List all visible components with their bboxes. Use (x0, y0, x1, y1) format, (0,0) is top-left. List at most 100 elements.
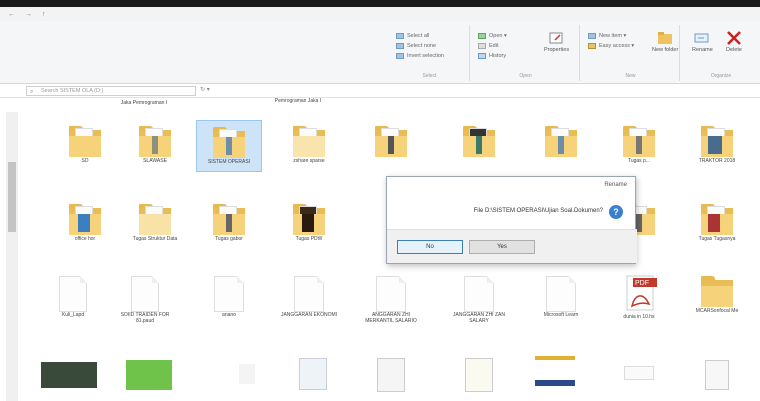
ribbon-group-label: Open (519, 73, 532, 79)
image-icon (126, 360, 172, 390)
question-icon: ? (609, 205, 623, 219)
folder-item[interactable]: Tugas Struktur Data (122, 202, 188, 242)
document-icon (376, 276, 406, 312)
file-item[interactable] (446, 358, 512, 392)
document-icon (705, 360, 729, 390)
folder-item-selected[interactable]: SISTEM OPERASI (196, 120, 262, 172)
file-item[interactable] (280, 358, 346, 390)
folder-icon (210, 202, 248, 236)
dialog-footer: No Yes (387, 229, 637, 263)
new-folder-button[interactable]: New folder (652, 31, 678, 53)
new-item-button[interactable]: New item ▾ (588, 33, 626, 39)
folder-icon (542, 124, 580, 158)
file-item[interactable]: ANGGARAN ZHI MERKANTIL SALARIO (358, 276, 424, 324)
edit-button[interactable]: Edit (478, 43, 498, 49)
file-item[interactable] (684, 360, 750, 390)
delete-x-icon (727, 31, 741, 45)
folder-icon (136, 202, 174, 236)
ribbon-group-label: New (625, 73, 636, 79)
yes-button[interactable]: Yes (469, 240, 535, 254)
document-icon (377, 358, 405, 392)
folder-item[interactable]: Tugas gabor (196, 202, 262, 242)
ribbon-group-open: Open ▾ Edit History Properties Open (472, 25, 580, 81)
folder-item[interactable]: MCARSonfocal Me (684, 274, 750, 314)
folder-icon (372, 124, 410, 158)
folder-item[interactable] (528, 124, 594, 158)
folder-item[interactable]: TRAKTOR 2018 (684, 124, 750, 164)
document-icon (59, 276, 87, 312)
document-icon (239, 364, 255, 384)
forward-arrow-icon[interactable]: → (25, 11, 32, 18)
folder-item[interactable] (358, 124, 424, 158)
folder-icon (66, 124, 104, 158)
properties-icon (549, 32, 563, 44)
search-box[interactable]: ⌕ Search SISTEM OLA (D:) (26, 86, 196, 96)
select-all-button[interactable]: Select all (396, 33, 429, 39)
folder-icon (66, 202, 104, 236)
ribbon-group-label: Select (422, 73, 437, 79)
ribbon-group-new: New item ▾ Easy access ▾ New folder New (582, 25, 680, 81)
folder-item[interactable]: SLAWASE (122, 124, 188, 164)
select-none-icon (396, 43, 404, 49)
folder-item[interactable]: zshare sparse (276, 124, 342, 164)
svg-text:PDF: PDF (635, 280, 649, 287)
file-item[interactable]: JANGGARAN ZHI ZAN SALARY (446, 276, 512, 324)
document-icon (546, 276, 576, 312)
history-icon (478, 53, 486, 59)
document-icon (624, 366, 654, 380)
video-thumbnail[interactable] (36, 362, 102, 388)
rename-button[interactable]: Rename (692, 31, 713, 53)
file-item[interactable]: anano (196, 276, 262, 318)
address-bar: ⌕ Search SISTEM OLA (D:) ↻ ▾ (0, 84, 760, 98)
file-item[interactable]: Microsoft Learn (528, 276, 594, 318)
properties-button[interactable]: Properties (544, 31, 569, 53)
ribbon-group-label: Organize (710, 73, 732, 79)
folder-item[interactable] (446, 124, 512, 158)
address-controls[interactable]: ↻ ▾ (200, 86, 210, 93)
folder-item[interactable]: Tugas p... (606, 124, 672, 164)
title-bar (0, 0, 760, 7)
confirm-dialog: Rename ? File D:\SISTEM OPERASI\Ujian So… (386, 176, 637, 264)
no-button[interactable]: No (397, 240, 463, 254)
delete-button[interactable]: Delete (726, 31, 742, 53)
column-caption: Jaka Pemrograman I (120, 100, 168, 106)
folder-item[interactable]: Tugas Tugasnya (684, 202, 750, 242)
dialog-message: File D:\SISTEM OPERASI\Ujian Soal.Dokume… (473, 208, 603, 214)
folder-icon (210, 125, 248, 159)
image-thumbnail[interactable] (116, 360, 182, 390)
easy-access-button[interactable]: Easy access ▾ (588, 43, 634, 49)
file-item[interactable] (358, 358, 424, 392)
open-icon (478, 33, 486, 39)
file-item[interactable] (606, 366, 672, 380)
folder-icon (290, 202, 328, 236)
file-item[interactable] (214, 364, 280, 384)
file-item[interactable]: Kuli_Lapd (40, 276, 106, 318)
folder-icon (698, 274, 736, 308)
invert-selection-button[interactable]: Invert selection (396, 53, 444, 59)
history-button[interactable]: History (478, 53, 506, 59)
ribbon-group-select: Select all Select none Invert selection … (390, 25, 470, 81)
document-icon (535, 356, 575, 386)
folder-item[interactable]: office hor (52, 202, 118, 242)
invert-selection-icon (396, 53, 404, 59)
new-item-icon (588, 33, 596, 39)
up-arrow-icon[interactable]: ↑ (42, 11, 46, 18)
select-none-button[interactable]: Select none (396, 43, 436, 49)
ribbon: Select all Select none Invert selection … (0, 21, 760, 84)
vertical-scrollbar[interactable] (6, 112, 18, 401)
scrollbar-thumb[interactable] (8, 162, 16, 232)
back-arrow-icon[interactable]: ← (8, 11, 15, 18)
document-icon (464, 276, 494, 312)
new-folder-icon (658, 32, 673, 44)
file-item[interactable]: SOIID TRAIDEN FOR 81.paud (112, 276, 178, 324)
folder-icon (698, 124, 736, 158)
folder-item[interactable]: Tugas PDW (276, 202, 342, 242)
file-item[interactable] (522, 356, 588, 386)
open-button[interactable]: Open ▾ (478, 33, 507, 39)
pdf-icon: PDF (626, 275, 657, 311)
rename-icon (694, 33, 709, 43)
file-item[interactable]: JANGGARAN EKONOMI (276, 276, 342, 318)
pdf-file-item[interactable]: PDF dunia in 10.hs (606, 274, 672, 320)
folder-icon (620, 124, 658, 158)
folder-item[interactable]: SD (52, 124, 118, 164)
